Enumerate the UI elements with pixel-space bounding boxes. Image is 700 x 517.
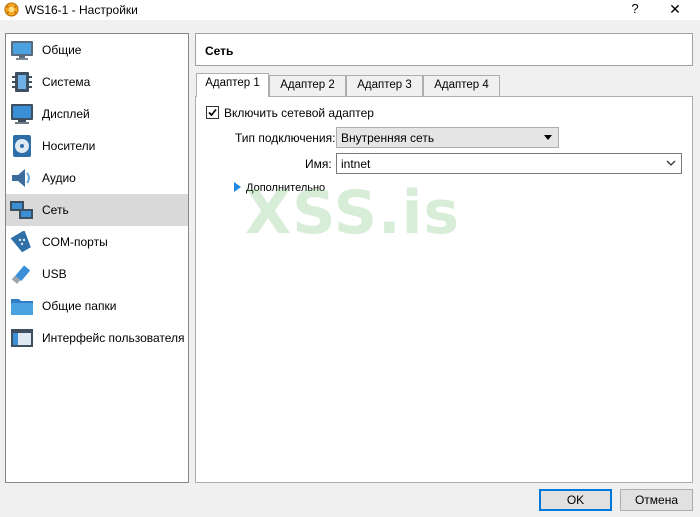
system-chip-icon (12, 72, 32, 92)
sidebar-item-serial-ports[interactable]: COM-порты (6, 226, 188, 258)
enable-adapter-checkbox[interactable] (206, 106, 219, 119)
sidebar-item-audio[interactable]: Аудио (6, 162, 188, 194)
virtualbox-app-icon (4, 2, 19, 17)
tab-adapter-3[interactable]: Адаптер 3 (346, 75, 423, 96)
shared-folder-icon (11, 299, 33, 315)
display-monitor-icon (11, 104, 33, 124)
storage-disc-icon (13, 135, 31, 157)
sidebar-item-general[interactable]: Общие (6, 34, 188, 66)
user-interface-icon (11, 329, 33, 347)
attachment-type-value: Внутренняя сеть (341, 131, 435, 145)
usb-icon (11, 265, 30, 284)
close-button[interactable]: ✕ (650, 0, 700, 20)
page-title: Сеть (205, 44, 234, 58)
sidebar-item-usb[interactable]: USB (6, 258, 188, 290)
checkmark-icon (208, 108, 217, 117)
sidebar-item-label: COM-порты (42, 235, 108, 249)
dropdown-arrow-icon (544, 135, 552, 140)
sidebar-item-label: Аудио (42, 171, 76, 185)
chevron-down-icon (666, 160, 676, 166)
sidebar-item-user-interface[interactable]: Интерфейс пользователя (6, 322, 188, 354)
tab-adapter-4[interactable]: Адаптер 4 (423, 75, 500, 96)
sidebar-item-label: Дисплей (42, 107, 90, 121)
title-bar: WS16-1 - Настройки ? ✕ (0, 0, 700, 20)
network-name-combobox[interactable]: intnet (336, 153, 682, 174)
attachment-type-label: Тип подключения: (235, 131, 336, 145)
sidebar-item-label: Сеть (42, 203, 69, 217)
sidebar-item-label: Общие папки (42, 299, 117, 313)
window-title: WS16-1 - Настройки (25, 3, 138, 17)
sidebar-item-system[interactable]: Система (6, 66, 188, 98)
serial-port-icon (10, 231, 31, 253)
sidebar-item-label: Общие (42, 43, 82, 57)
general-monitor-icon (11, 41, 33, 60)
cancel-button[interactable]: Отмена (620, 489, 693, 511)
tab-adapter-2[interactable]: Адаптер 2 (269, 75, 346, 96)
tab-adapter-1[interactable]: Адаптер 1 (196, 73, 269, 97)
sidebar-item-storage[interactable]: Носители (6, 130, 188, 162)
network-name-label: Имя: (305, 157, 332, 171)
enable-adapter-label: Включить сетевой адаптер (224, 106, 374, 120)
sidebar-item-label: Носители (42, 139, 96, 153)
settings-sidebar: Общие Система Дисплей Носители Аудио Сет… (5, 33, 189, 483)
sidebar-item-shared-folders[interactable]: Общие папки (6, 290, 188, 322)
sidebar-item-label: Интерфейс пользователя (42, 331, 185, 345)
audio-speaker-icon (12, 169, 30, 187)
network-name-value: intnet (341, 157, 371, 171)
sidebar-item-label: USB (42, 267, 67, 281)
expand-arrow-icon[interactable] (234, 182, 241, 192)
help-button[interactable]: ? (620, 0, 650, 20)
sidebar-item-network[interactable]: Сеть (6, 194, 188, 226)
section-header: Сеть (195, 33, 693, 66)
network-icon (10, 201, 33, 219)
attachment-type-select[interactable]: Внутренняя сеть (336, 127, 559, 148)
watermark: XSS.is (245, 178, 461, 248)
sidebar-item-label: Система (42, 75, 91, 89)
sidebar-item-display[interactable]: Дисплей (6, 98, 188, 130)
ok-button[interactable]: OK (539, 489, 612, 511)
